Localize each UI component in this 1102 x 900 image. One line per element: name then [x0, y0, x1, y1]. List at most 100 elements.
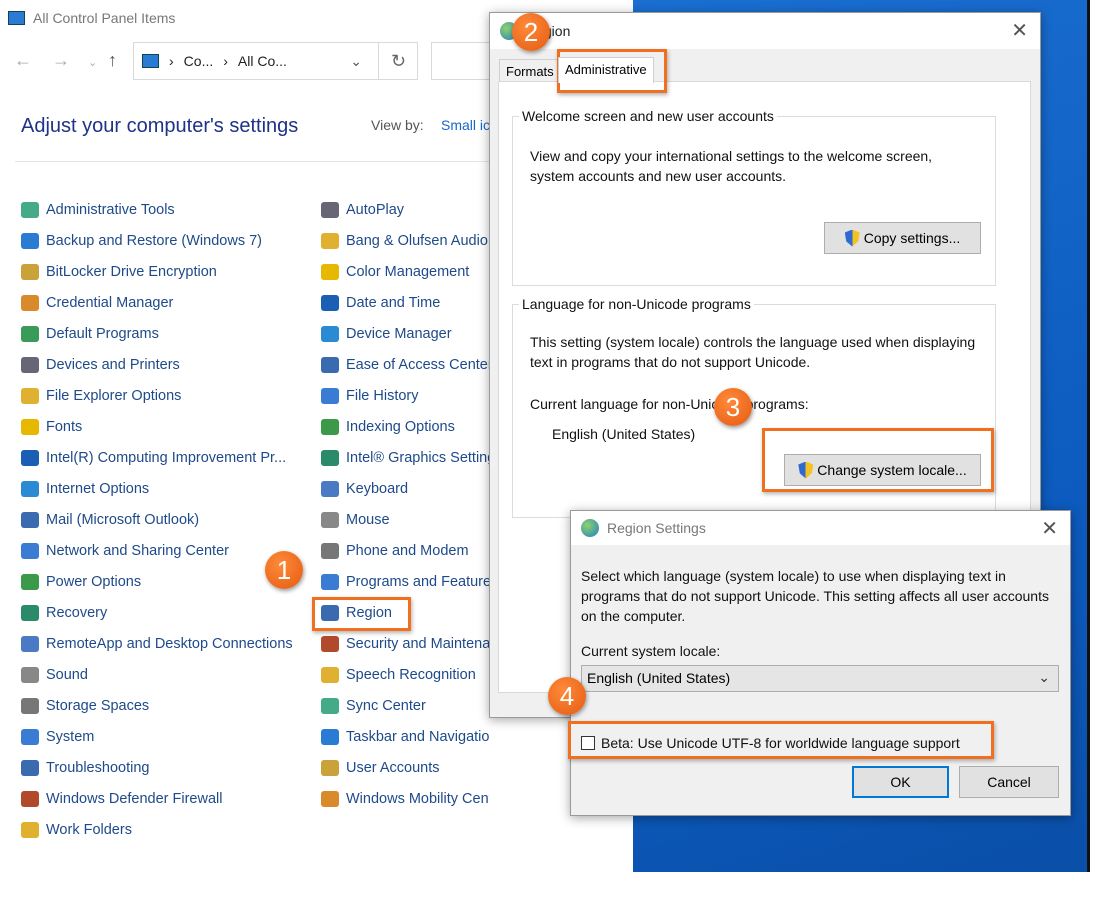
control-panel-item[interactable]: Phone and Modem [321, 540, 489, 562]
item-label: Sync Center [346, 698, 426, 714]
up-arrow-icon[interactable]: ↑ [108, 50, 117, 71]
group-legend: Welcome screen and new user accounts [522, 108, 774, 124]
item-label: File Explorer Options [46, 388, 182, 404]
control-panel-item[interactable]: File Explorer Options [21, 385, 311, 407]
control-panel-item[interactable]: Intel(R) Computing Improvement Pr... [21, 447, 311, 469]
item-icon [321, 512, 339, 528]
control-panel-item[interactable]: Keyboard [321, 478, 489, 500]
control-panel-item[interactable]: RemoteApp and Desktop Connections [21, 633, 311, 655]
forward-arrow-icon[interactable]: → [52, 50, 70, 71]
control-panel-item[interactable]: Backup and Restore (Windows 7) [21, 230, 311, 252]
tab-administrative[interactable]: Administrative [558, 57, 654, 83]
control-panel-item[interactable]: Administrative Tools [21, 199, 311, 221]
copy-settings-button[interactable]: Copy settings... [824, 222, 981, 254]
control-panel-item[interactable]: Windows Mobility Center [321, 788, 489, 810]
uac-shield-icon [844, 229, 860, 247]
control-panel-item[interactable]: Programs and Features [321, 571, 489, 593]
control-panel-item[interactable]: Intel® Graphics Settings [321, 447, 489, 469]
control-panel-item[interactable]: Indexing Options [321, 416, 489, 438]
control-panel-item[interactable]: User Accounts [321, 757, 489, 779]
back-arrow-icon[interactable]: ← [14, 50, 32, 71]
item-icon [321, 698, 339, 714]
region-globe-icon [581, 519, 599, 537]
item-label: Intel(R) Computing Improvement Pr... [46, 450, 287, 466]
control-panel-item[interactable]: Speech Recognition [321, 664, 489, 686]
control-panel-item[interactable]: Work Folders [21, 819, 311, 841]
control-panel-item[interactable]: Color Management [321, 261, 489, 283]
control-panel-item[interactable]: Windows Defender Firewall [21, 788, 311, 810]
item-icon [21, 388, 39, 404]
highlight-region-item [312, 597, 411, 631]
control-panel-item[interactable]: AutoPlay [321, 199, 489, 221]
title-text: All Control Panel Items [33, 10, 176, 26]
item-icon [21, 605, 39, 621]
control-panel-item[interactable]: Troubleshooting [21, 757, 311, 779]
group-description: View and copy your international setting… [530, 148, 933, 184]
control-panel-item[interactable]: Sound [21, 664, 311, 686]
control-panel-item[interactable]: Device Manager [321, 323, 489, 345]
view-by-label: View by: [371, 117, 424, 133]
item-label: Troubleshooting [46, 760, 150, 776]
item-label: RemoteApp and Desktop Connections [46, 636, 293, 652]
refresh-icon[interactable]: ↻ [378, 42, 418, 80]
item-icon [21, 636, 39, 652]
page-title: Adjust your computer's settings [21, 115, 299, 137]
item-icon [321, 295, 339, 311]
item-icon [21, 667, 39, 683]
address-bar[interactable]: › Co... › All Co... ⌄ [133, 42, 418, 80]
item-label: Bang & Olufsen Audio [346, 233, 488, 249]
tab-formats[interactable]: Formats [499, 59, 561, 83]
control-panel-item[interactable]: Recovery [21, 602, 311, 624]
control-panel-item[interactable]: Default Programs [21, 323, 311, 345]
control-panel-item[interactable]: Ease of Access Center [321, 354, 489, 376]
control-panel-item[interactable]: Fonts [21, 416, 311, 438]
control-panel-item[interactable]: Sync Center [321, 695, 489, 717]
item-label: Internet Options [46, 481, 150, 497]
item-icon [321, 481, 339, 497]
breadcrumb-1[interactable]: Co... [184, 53, 214, 69]
item-icon [21, 822, 39, 838]
breadcrumb-2[interactable]: All Co... [238, 53, 287, 69]
dialog-title: Region Settings [607, 520, 706, 536]
button-label: Copy settings... [863, 230, 961, 246]
control-panel-item[interactable]: BitLocker Drive Encryption [21, 261, 311, 283]
item-label: Speech Recognition [346, 667, 476, 683]
system-locale-select[interactable]: English (United States) ⌄ [581, 665, 1059, 692]
control-panel-item[interactable]: Credential Manager [21, 292, 311, 314]
chevron-down-icon[interactable]: ⌄ [350, 53, 362, 70]
control-panel-item[interactable]: Mouse [321, 509, 489, 531]
dialog-description: Select which language (system locale) to… [581, 568, 1049, 624]
control-panel-item[interactable]: Date and Time [321, 292, 489, 314]
control-panel-item[interactable]: Storage Spaces [21, 695, 311, 717]
control-panel-item[interactable]: Security and Maintenance [321, 633, 489, 655]
item-icon [321, 760, 339, 776]
step-badge-3: 3 [714, 388, 752, 426]
item-icon [321, 791, 339, 807]
close-icon[interactable]: ✕ [1041, 516, 1058, 541]
item-icon [21, 760, 39, 776]
control-panel-item[interactable]: Internet Options [21, 478, 311, 500]
control-panel-item[interactable]: Mail (Microsoft Outlook) [21, 509, 311, 531]
item-label: Intel® Graphics Settings [346, 450, 489, 466]
item-icon [21, 233, 39, 249]
control-panel-item[interactable]: Devices and Printers [21, 354, 311, 376]
control-panel-item[interactable]: File History [321, 385, 489, 407]
cancel-button[interactable]: Cancel [959, 766, 1059, 798]
item-icon [321, 326, 339, 342]
item-label: Ease of Access Center [346, 357, 489, 373]
control-panel-item[interactable]: System [21, 726, 311, 748]
close-icon[interactable]: ✕ [1011, 18, 1028, 43]
ok-button[interactable]: OK [852, 766, 949, 798]
dialog-title-bar: Region✕ [490, 13, 1040, 49]
step-badge-4: 4 [548, 677, 586, 715]
item-icon [321, 636, 339, 652]
control-panel-item[interactable]: Bang & Olufsen Audio [321, 230, 489, 252]
view-by-dropdown[interactable]: Small icons [441, 117, 491, 133]
recent-dropdown-icon[interactable]: ⌄ [88, 56, 97, 69]
control-panel-item[interactable]: Taskbar and Navigation [321, 726, 489, 748]
divider [15, 161, 495, 162]
item-icon [321, 357, 339, 373]
item-icon [321, 543, 339, 559]
control-panel-icon [142, 54, 159, 68]
item-label: Keyboard [346, 481, 409, 497]
